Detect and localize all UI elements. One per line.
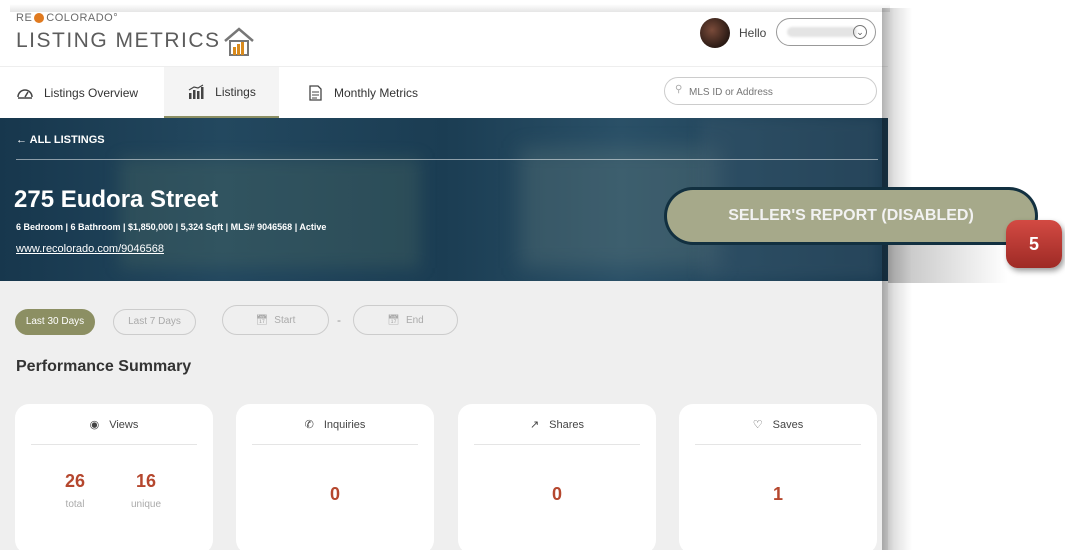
user-dropdown[interactable]: ⌄ (776, 18, 876, 46)
search-input[interactable] (687, 83, 871, 101)
logo-main: LISTING METRICS (16, 23, 255, 56)
inquiries-value: 0 (329, 484, 340, 504)
card-header: ◉ Views (15, 418, 213, 432)
card-label: Saves (772, 418, 804, 431)
callout-shadow (888, 243, 1008, 283)
calendar-icon: 📅︎ (255, 314, 269, 326)
tab-listings-overview[interactable]: Listings Overview (0, 67, 154, 119)
end-date-field[interactable]: 📅︎ End (353, 305, 458, 335)
house-chart-icon (223, 27, 254, 56)
saves-card: ♡ Saves 1 (679, 404, 877, 554)
end-label: End (405, 314, 424, 326)
all-listings-link[interactable]: ← ALL LISTINGS (16, 134, 105, 146)
avatar[interactable] (700, 18, 730, 48)
step-callout-badge: 5 (1006, 220, 1062, 268)
calendar-icon: 📅︎ (387, 314, 400, 326)
start-date-field[interactable]: 📅︎ Start (222, 305, 329, 335)
document-icon (309, 85, 322, 101)
listing-details: 6 Bedroom | 6 Bathroom | $1,850,000 | 5,… (16, 222, 327, 232)
sellers-report-button[interactable]: SELLER'S REPORT (DISABLED) (667, 190, 1035, 242)
shares-card: ↗ Shares 0 (458, 404, 656, 554)
listing-address: 275 Eudora Street (14, 186, 219, 213)
window-shadow (10, 4, 890, 12)
eye-icon: ◉ (89, 419, 100, 431)
card-label: Inquiries (323, 418, 366, 431)
start-label: Start (274, 314, 296, 326)
heart-icon: ♡ (752, 419, 763, 431)
views-unique-label: unique (130, 499, 162, 510)
listing-url-link[interactable]: www.recolorado.com/9046568 (16, 243, 164, 255)
chevron-down-icon: ⌄ (853, 25, 867, 39)
nav-bar: Listings Overview Listings Monthly Metri… (0, 66, 888, 119)
logo-drop-icon (34, 13, 45, 23)
metrics-content: Last 30 Days Last 7 Days 📅︎ Start - 📅︎ E… (0, 281, 888, 554)
search-box[interactable]: ⚲ (664, 77, 877, 105)
tab-label: Listings Overview (44, 86, 139, 100)
date-separator: - (337, 313, 341, 327)
logo[interactable]: RE COLORADO° LISTING METRICS (16, 12, 255, 56)
divider (695, 444, 861, 445)
inquiries-card: ✆ Inquiries 0 (236, 404, 434, 554)
tab-label: Monthly Metrics (334, 86, 419, 100)
share-icon: ↗ (529, 419, 540, 431)
divider (16, 159, 878, 160)
views-card: ◉ Views 26 total 16 unique (15, 404, 213, 554)
bar-chart-icon (188, 83, 204, 99)
tab-monthly-metrics[interactable]: Monthly Metrics (290, 67, 434, 119)
divider (31, 444, 197, 445)
search-icon: ⚲ (675, 84, 683, 95)
views-total-label: total (65, 499, 85, 510)
card-label: Views (109, 418, 139, 431)
tab-listings[interactable]: Listings (164, 67, 279, 119)
last-30-days-button[interactable]: Last 30 Days (15, 309, 95, 335)
performance-summary-title: Performance Summary (16, 358, 192, 375)
card-header: ↗ Shares (458, 418, 656, 432)
greeting: Hello (739, 26, 767, 40)
card-header: ✆ Inquiries (236, 418, 434, 432)
shares-value: 0 (551, 484, 562, 504)
gauge-icon (17, 89, 33, 99)
phone-icon: ✆ (304, 419, 314, 431)
divider (474, 444, 640, 445)
tab-label: Listings (215, 84, 256, 99)
views-total-value: 26 (64, 471, 86, 491)
divider (252, 444, 418, 445)
card-label: Shares (549, 418, 585, 431)
saves-value: 1 (772, 484, 783, 504)
views-unique-value: 16 (135, 471, 157, 491)
username-redacted (787, 27, 857, 37)
card-header: ♡ Saves (679, 418, 877, 432)
app-window: RE COLORADO° LISTING METRICS Hello ⌄ Lis… (0, 0, 888, 554)
last-7-days-button[interactable]: Last 7 Days (113, 309, 196, 335)
